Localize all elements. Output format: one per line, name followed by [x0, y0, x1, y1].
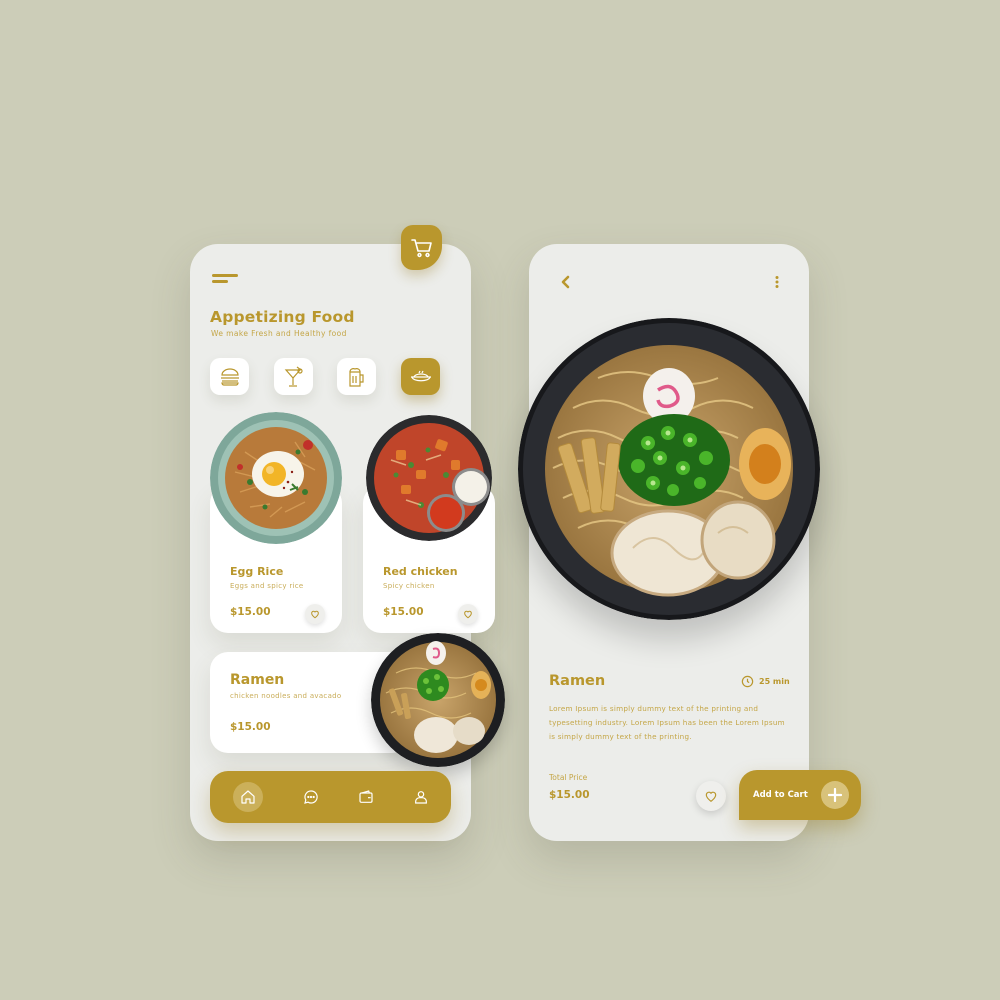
card-title: Red chicken [383, 565, 458, 578]
card-subtitle: Spicy chicken [383, 582, 435, 590]
heart-icon [464, 610, 472, 619]
nav-wallet[interactable] [351, 782, 381, 812]
chat-icon [304, 790, 318, 804]
nav-profile[interactable] [406, 782, 436, 812]
cart-button[interactable] [401, 225, 442, 270]
clock-icon [741, 675, 754, 688]
featured-price: $15.00 [230, 721, 271, 733]
heart-icon [705, 791, 717, 802]
category-burger[interactable] [210, 358, 249, 395]
featured-title: Ramen [230, 672, 285, 688]
favorite-button[interactable] [696, 781, 726, 811]
prep-time: 25 min [741, 675, 790, 688]
add-to-cart-button[interactable]: Add to Cart [739, 770, 861, 820]
burger-icon [220, 367, 239, 386]
favorite-button[interactable] [305, 604, 325, 624]
home-screen: Appetizing Food We make Fresh and Health… [190, 225, 505, 841]
card-price: $15.00 [383, 606, 424, 618]
ramen-thumb-image [371, 633, 505, 767]
cart-icon [410, 238, 432, 257]
back-button[interactable] [559, 274, 571, 293]
more-button[interactable] [773, 274, 781, 293]
menu-icon[interactable] [212, 274, 240, 288]
detail-screen: Ramen 25 min Lorem Ipsum is simply dummy… [518, 244, 861, 841]
category-dish[interactable] [401, 358, 440, 395]
card-title: Egg Rice [230, 565, 284, 578]
nav-home[interactable] [233, 782, 263, 812]
detail-title: Ramen [549, 673, 606, 689]
page-title: Appetizing Food [210, 308, 355, 326]
add-to-cart-label: Add to Cart [753, 790, 808, 800]
beer-icon [348, 367, 364, 387]
total-price-value: $15.00 [549, 789, 590, 801]
bottom-nav [210, 771, 451, 823]
ramen-hero-image [518, 318, 820, 620]
egg-rice-image [210, 412, 342, 544]
category-beer[interactable] [337, 358, 376, 395]
red-chicken-image [366, 415, 492, 541]
more-vertical-icon [775, 276, 779, 288]
category-cocktail[interactable] [274, 358, 313, 395]
chevron-left-icon [561, 275, 570, 289]
prep-time-label: 25 min [759, 677, 790, 686]
favorite-button[interactable] [458, 604, 478, 624]
card-price: $15.00 [230, 606, 271, 618]
home-icon [241, 790, 255, 804]
heart-icon [311, 610, 319, 619]
nav-chat[interactable] [296, 782, 326, 812]
user-icon [415, 791, 427, 804]
detail-description: Lorem Ipsum is simply dummy text of the … [549, 704, 785, 741]
wallet-icon [359, 790, 373, 803]
dish-icon [410, 370, 431, 381]
card-subtitle: Eggs and spicy rice [230, 582, 304, 590]
plus-icon [821, 781, 849, 809]
page-subtitle: We make Fresh and Healthy food [211, 329, 347, 338]
total-price-label: Total Price [549, 773, 588, 782]
cocktail-icon [284, 366, 303, 387]
featured-subtitle: chicken noodles and avacado [230, 692, 342, 700]
